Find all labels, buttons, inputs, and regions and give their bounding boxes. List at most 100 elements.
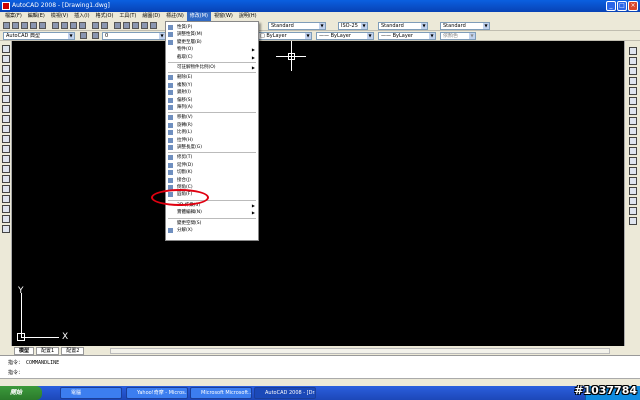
ellipse-arc-icon[interactable] [2,145,10,153]
menu-tools[interactable]: 工具(T) [116,12,139,21]
menu-insert[interactable]: 插入(I) [71,12,92,21]
dim-style-select[interactable]: ISO-25 ▼ [338,22,368,30]
taskbar-item-microsoft[interactable]: Microsoft Microsoft... [190,387,252,399]
construction-line-icon[interactable] [2,55,10,63]
minimize-button[interactable]: _ [606,1,616,11]
insert-block-icon[interactable] [2,155,10,163]
array-tool-icon[interactable] [629,87,637,95]
modify-menu-item[interactable]: 比例(L) [166,129,258,136]
modify-menu-item[interactable]: 移動(V) [166,114,258,121]
polygon-icon[interactable] [2,75,10,83]
break-tool-icon[interactable] [629,157,637,165]
menu-modify[interactable]: 修改(M) [186,12,212,21]
close-button[interactable]: × [628,1,638,11]
copy-clip-icon[interactable] [61,22,68,29]
explode-tool-icon[interactable] [629,197,637,205]
zoom-previous-icon[interactable] [141,22,148,29]
scale-tool-icon[interactable] [629,117,637,125]
ellipse-icon[interactable] [2,135,10,143]
join-tool-icon[interactable] [629,167,637,175]
menu-help[interactable]: 說明(H) [236,12,260,21]
modify-menu-item[interactable]: 實體編輯(N) ▶ [166,209,258,216]
modify-menu-item[interactable]: 鏡射(I) [166,89,258,96]
hatch-icon[interactable] [2,185,10,193]
table-icon[interactable] [2,215,10,223]
text-style-select[interactable]: Standard ▼ [268,22,326,30]
taskbar-item-autocad[interactable]: AutoCAD 2008 - [Dra... [254,387,316,399]
trim-tool-icon[interactable] [629,137,637,145]
menu-draw[interactable]: 繪圖(D) [139,12,163,21]
chamfer-tool-icon[interactable] [629,177,637,185]
modify-menu-item[interactable]: 陣列(A) [166,104,258,111]
undo-icon[interactable] [92,22,99,29]
pan-icon[interactable] [114,22,121,29]
multiline-text-icon[interactable] [2,225,10,233]
modify-menu-item[interactable]: 拉伸(H) [166,137,258,144]
zoom-window-icon[interactable] [132,22,139,29]
taskbar-item-yahoo[interactable]: Yahoo!奇摩 - Micros... [126,387,188,399]
layer-manager-icon[interactable] [92,32,99,39]
modify-menu-item[interactable]: 物件(O) ▶ [166,46,258,53]
layer-select[interactable]: 0 ▼ [102,32,166,40]
polyline-icon[interactable] [2,65,10,73]
menu-file[interactable]: 檔案(F) [2,12,25,21]
modify-menu-item[interactable]: 接合(J) [166,177,258,184]
modify-menu-item[interactable]: 截取(C) ▶ [166,54,258,61]
menu-view[interactable]: 檢視(V) [48,12,71,21]
extend-tool-icon[interactable] [629,147,637,155]
modify-menu-item[interactable]: 調整性質(M) [166,31,258,38]
move-tool-icon[interactable] [629,97,637,105]
tab-layout1[interactable]: 配置1 [36,346,60,355]
modify-menu-item[interactable]: 性質(P) [166,24,258,31]
start-button[interactable]: 開始 [0,386,42,400]
modify-menu-item[interactable]: 變更空間(S) [166,220,258,227]
table-style-select[interactable]: Standard ▼ [378,22,428,30]
tab-model[interactable]: 模型 [14,346,35,355]
command-prompt[interactable]: 指令： [8,369,23,377]
horizontal-scrollbar[interactable] [110,348,610,354]
new-file-icon[interactable] [3,22,10,29]
layer-prev-tool-icon[interactable] [629,217,637,225]
cut-icon[interactable] [52,22,59,29]
menu-window[interactable]: 視窗(W) [211,12,236,21]
taskbar-item-computer[interactable]: 電腦 [60,387,122,399]
match-prop-icon[interactable] [79,22,86,29]
modify-menu-item[interactable]: 刪除(E) [166,74,258,81]
menu-format[interactable]: 格式(O) [93,12,117,21]
workspace-settings-icon[interactable] [80,32,87,39]
fillet-tool-icon[interactable] [629,187,637,195]
gradient-icon[interactable] [2,195,10,203]
modify-menu-item[interactable]: 旋轉(R) [166,122,258,129]
modify-menu-item[interactable]: 分解(X) [166,227,258,234]
mleader-style-select[interactable]: Standard ▼ [440,22,490,30]
make-block-icon[interactable] [2,165,10,173]
modify-menu-item[interactable]: 修剪(T) [166,154,258,161]
spline-icon[interactable] [2,125,10,133]
mirror-tool-icon[interactable] [629,67,637,75]
modify-menu-item[interactable]: 切斷(K) [166,169,258,176]
line-icon[interactable] [2,45,10,53]
properties-toolbar-icon[interactable] [150,22,157,29]
revision-cloud-icon[interactable] [2,115,10,123]
region-icon[interactable] [2,205,10,213]
rotate-tool-icon[interactable] [629,107,637,115]
maximize-button[interactable]: □ [617,1,627,11]
point-icon[interactable] [2,175,10,183]
open-file-icon[interactable] [12,22,19,29]
drawing-canvas[interactable]: Y X [12,41,624,346]
modify-menu-item[interactable]: 調整長度(G) [166,144,258,151]
save-icon[interactable] [21,22,28,29]
modify-menu-item[interactable]: 偏移(S) [166,97,258,104]
paste-icon[interactable] [70,22,77,29]
zoom-realtime-icon[interactable] [123,22,130,29]
modify-menu-item[interactable]: 變更至層(B) [166,39,258,46]
menu-dimension[interactable]: 標註(N) [163,12,187,21]
color-select[interactable]: □ ByLayer ▼ [257,32,312,40]
lineweight-select[interactable]: —— ByLayer ▼ [378,32,436,40]
offset-tool-icon[interactable] [629,77,637,85]
erase-tool-icon[interactable] [629,47,637,55]
redo-icon[interactable] [101,22,108,29]
autocad-app-icon[interactable] [2,2,10,10]
modify-menu-item[interactable]: 延伸(D) [166,162,258,169]
stretch-tool-icon[interactable] [629,127,637,135]
